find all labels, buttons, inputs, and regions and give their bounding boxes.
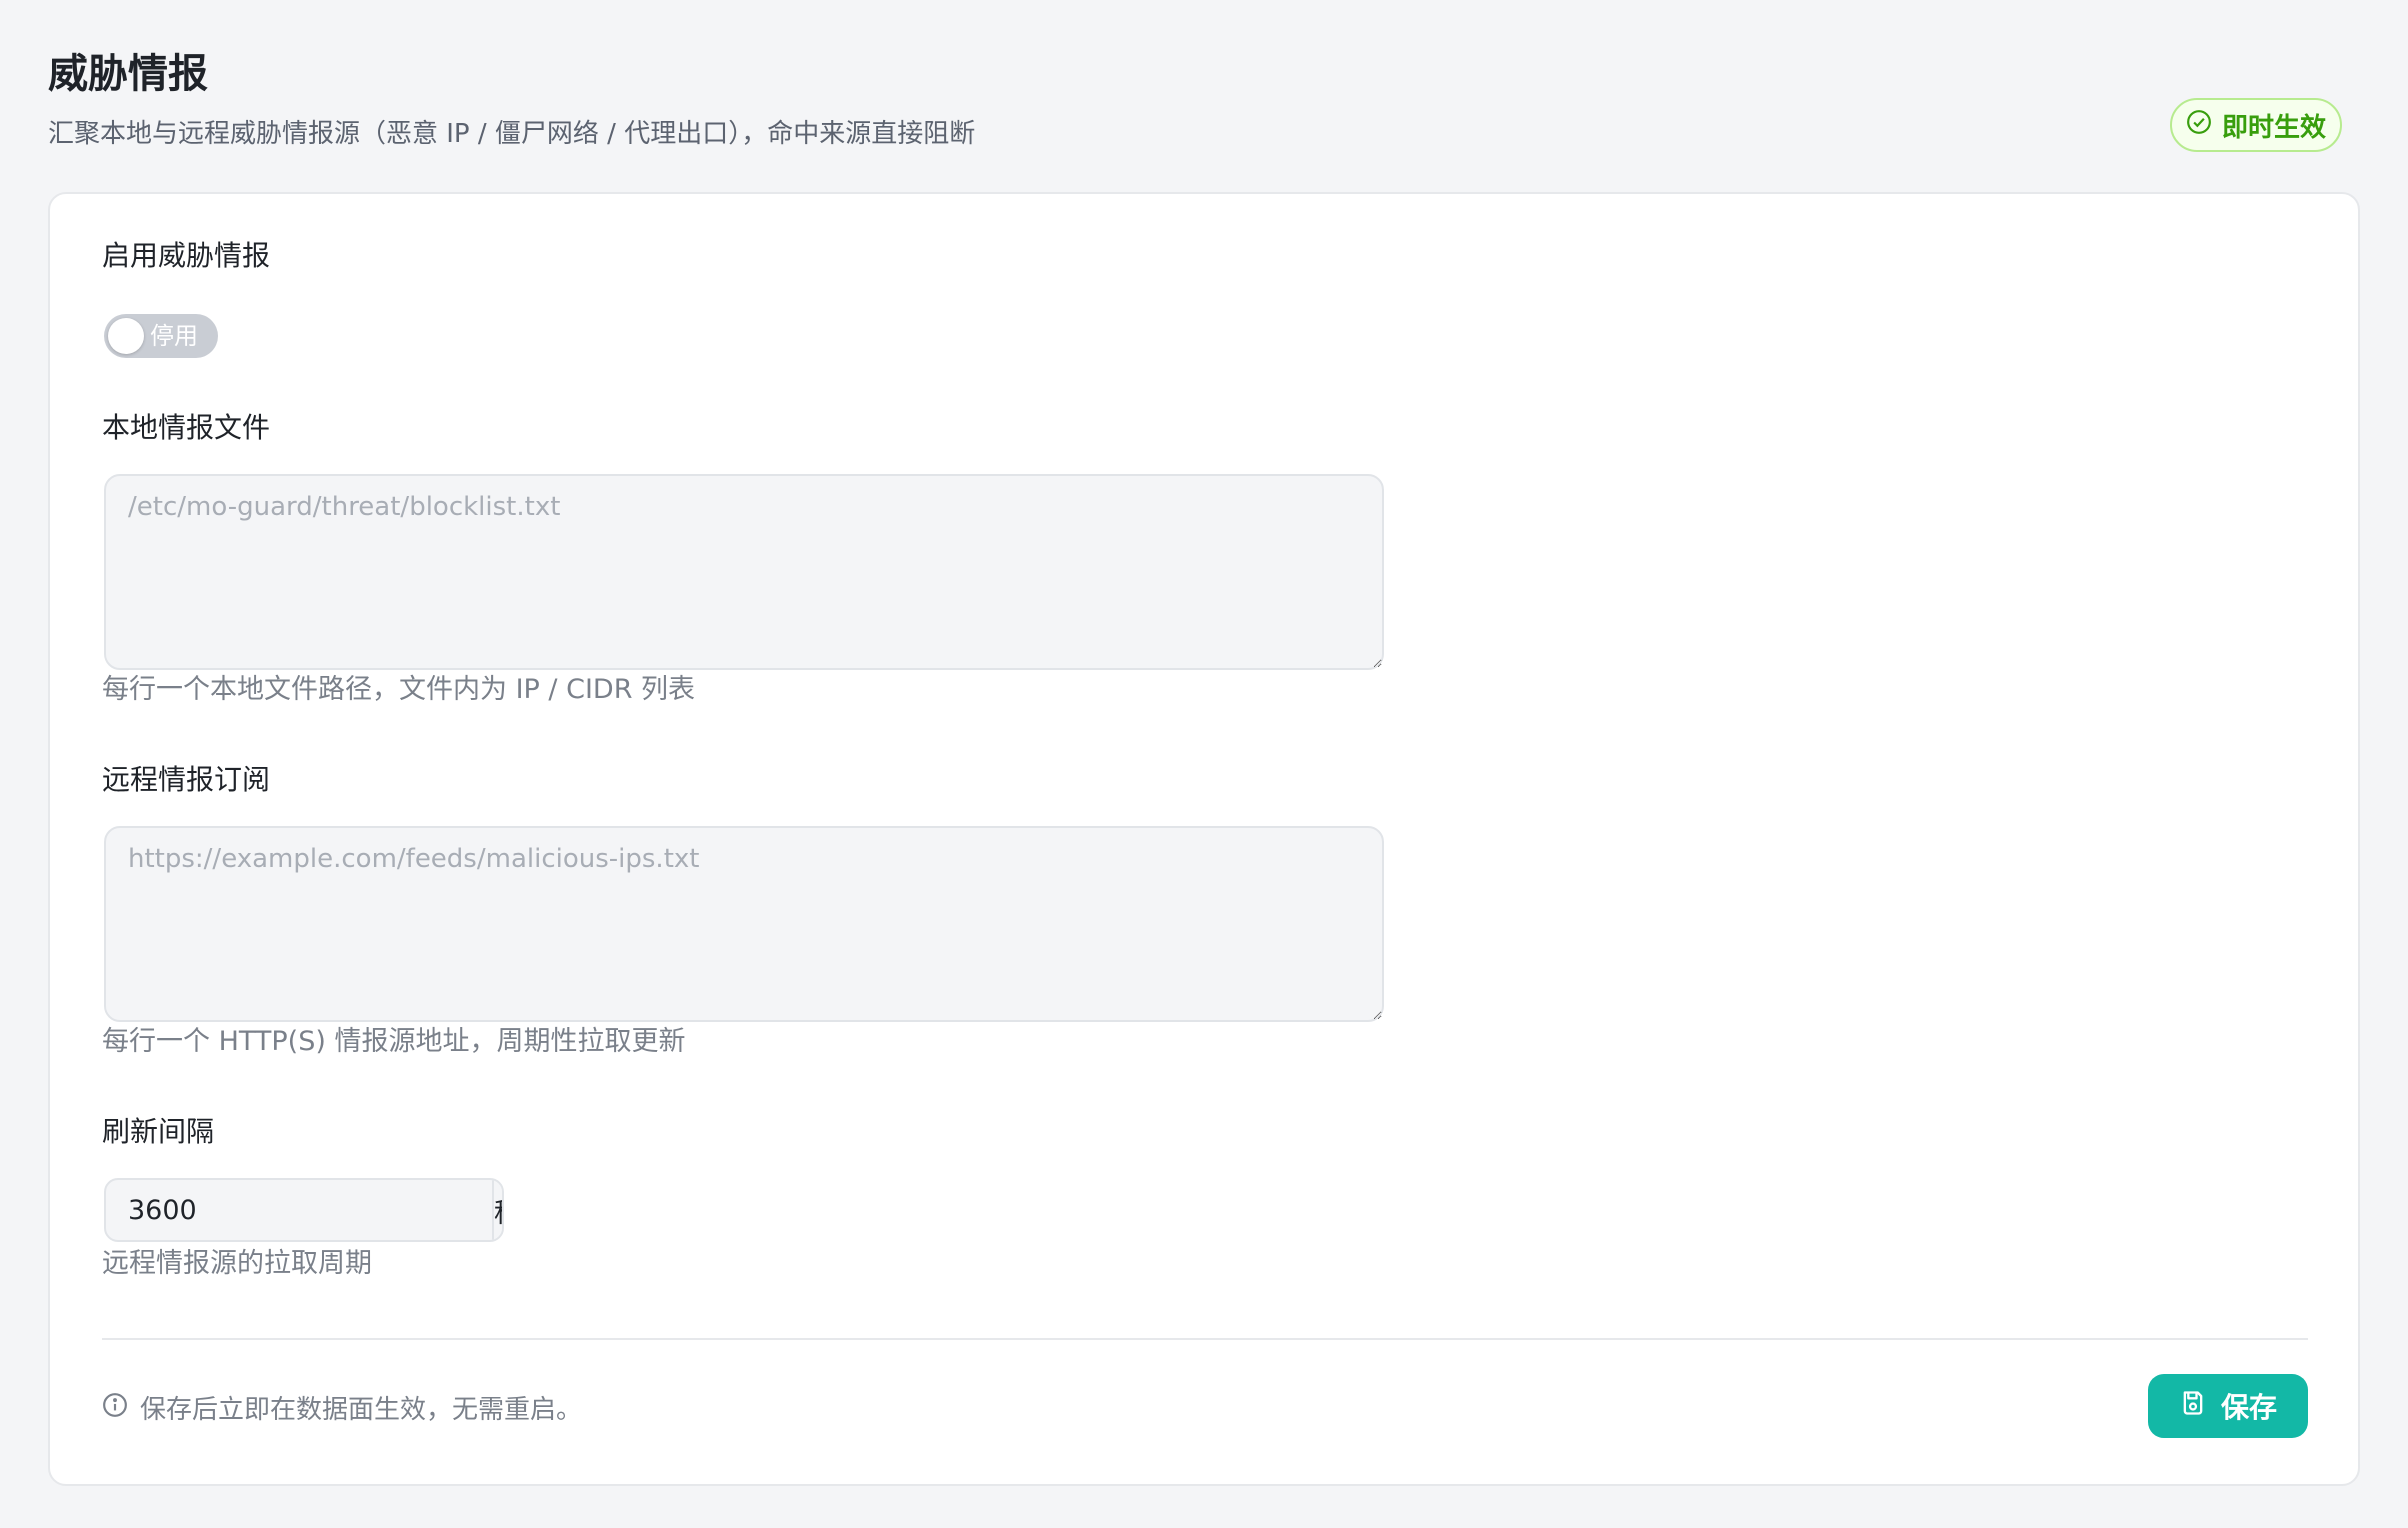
save-button-label: 保存 [2220, 1391, 2277, 1424]
local-files-label: 本地情报文件 [102, 411, 271, 444]
page-title: 威胁情报 [48, 51, 208, 97]
toggle-knob [108, 318, 144, 354]
info-circle-icon [102, 1390, 128, 1430]
refresh-interval-unit: 秒 [492, 1180, 502, 1240]
status-badge-label: 即时生效 [2221, 112, 2326, 143]
local-files-textarea[interactable] [104, 474, 1384, 670]
remote-feeds-textarea[interactable] [104, 826, 1384, 1022]
check-circle-icon [2186, 109, 2212, 142]
footer-note-text: 保存后立即在数据面生效，无需重启。 [140, 1395, 583, 1425]
refresh-interval-input[interactable] [106, 1180, 492, 1240]
remote-feeds-label: 远程情报订阅 [102, 763, 271, 796]
refresh-interval-label: 刷新间隔 [102, 1115, 215, 1148]
footer-note: 保存后立即在数据面生效，无需重启。 [102, 1390, 582, 1430]
page-subtitle: 汇聚本地与远程威胁情报源（恶意 IP / 僵尸网络 / 代理出口），命中来源直接… [48, 119, 976, 149]
status-badge: 即时生效 [2170, 98, 2342, 152]
toggle-text: 停用 [150, 322, 198, 350]
local-files-help: 每行一个本地文件路径，文件内为 IP / CIDR 列表 [102, 674, 696, 705]
save-icon [2179, 1389, 2207, 1424]
refresh-interval-help: 远程情报源的拉取周期 [102, 1248, 372, 1279]
footer-divider [102, 1338, 2308, 1340]
enable-toggle[interactable]: 停用 [104, 314, 218, 358]
remote-feeds-help: 每行一个 HTTP(S) 情报源地址，周期性拉取更新 [102, 1026, 686, 1057]
refresh-interval-group: 秒 [104, 1178, 504, 1242]
save-button[interactable]: 保存 [2148, 1374, 2308, 1438]
settings-card: 启用威胁情报 停用 本地情报文件 每行一个本地文件路径，文件内为 IP / CI… [48, 192, 2360, 1486]
enable-label: 启用威胁情报 [102, 239, 271, 272]
